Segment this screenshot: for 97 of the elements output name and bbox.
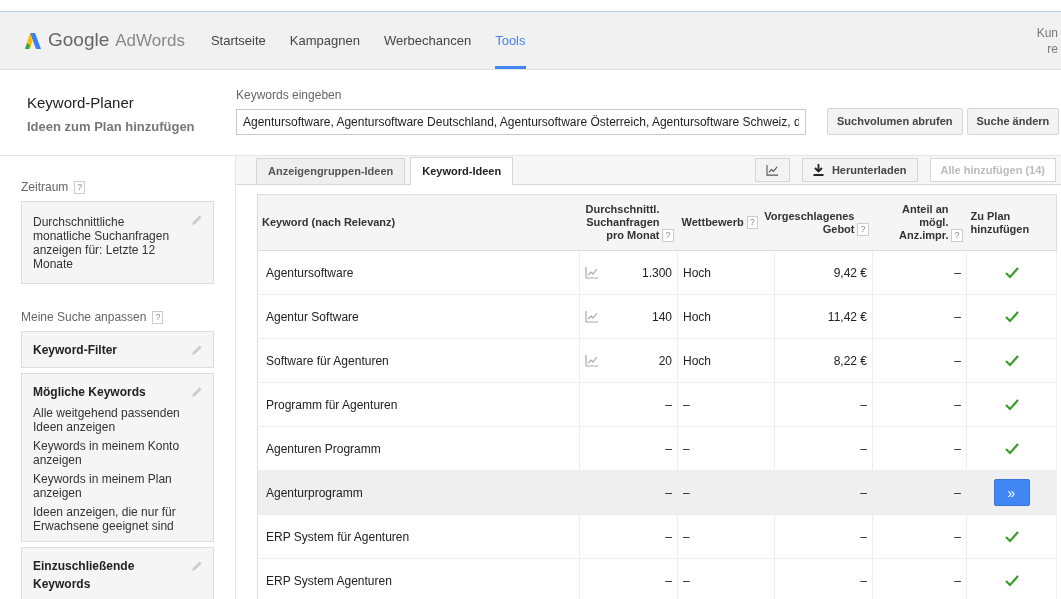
table-cell: – <box>774 382 873 427</box>
check-icon[interactable] <box>1004 443 1019 456</box>
chart-button[interactable] <box>754 158 790 182</box>
table-cell: – <box>774 426 873 471</box>
table-cell: – <box>872 470 967 515</box>
table-cell: ERP System für Agenturen <box>257 514 580 559</box>
card-title: Einzuschließende Keywords <box>33 558 136 593</box>
search-button[interactable]: Suche ändern <box>966 108 1060 135</box>
table-cell: 1.300 <box>619 250 678 295</box>
account-text: Kun <box>1036 24 1058 41</box>
check-icon[interactable] <box>1004 575 1019 588</box>
chart-icon <box>765 164 779 176</box>
product-name: AdWords <box>115 29 185 52</box>
table-cell: Programm für Agenturen <box>257 382 580 427</box>
nav-tab[interactable]: Startseite <box>210 12 266 69</box>
table-cell: – <box>619 470 678 515</box>
column-header[interactable]: Wettbewerb <box>681 216 744 229</box>
check-icon[interactable] <box>1004 355 1019 368</box>
nav-tab[interactable]: Kampagnen <box>289 12 360 69</box>
help-icon[interactable]: ? <box>152 310 164 324</box>
section-label: Zeitraum <box>21 179 69 196</box>
card-title: Keyword-Filter <box>33 342 118 359</box>
check-icon[interactable] <box>1004 267 1019 280</box>
table-cell: Agenturprogramm <box>257 470 580 515</box>
card-text: Keywords in meinem Plan anzeigen <box>33 472 173 500</box>
card-text: Durchschnittliche monatliche Suchanfragen anzeigen für: Letzte 12 Monate <box>33 215 171 271</box>
column-header[interactable]: Zu Plan hinzufügen <box>966 194 1057 251</box>
chart-icon[interactable] <box>585 267 599 280</box>
table-cell: – <box>677 470 775 515</box>
table-cell: 140 <box>619 294 678 339</box>
page-title: Keyword-Planer <box>27 93 135 113</box>
card-text: Ideen anzeigen, die nur für Erwachsene geeignet sind <box>33 505 177 533</box>
filter-card[interactable]: Keyword-Filter <box>21 331 214 368</box>
table-cell: – <box>677 426 775 471</box>
card-text: Alle weitgehend passenden Ideen anzeigen <box>33 406 181 434</box>
table-cell: 8,22 € <box>774 338 873 383</box>
card-text: Keywords in meinem Konto anzeigen <box>33 439 181 467</box>
help-icon[interactable]: ? <box>74 180 86 194</box>
filter-card[interactable]: Durchschnittliche monatliche Suchanfragen anzeigen für: Letzte 12 Monate <box>21 201 214 284</box>
table-cell: – <box>774 470 873 515</box>
check-icon[interactable] <box>1004 531 1019 544</box>
table-cell: – <box>872 294 967 339</box>
filter-card[interactable]: Mögliche Keywords Alle weitgehend passenden Ideen anzeigen Keywords in meinem Konto anzeigen Keywords in meinem Plan anzeigen Ideen anzeigen, die nur für Erwachsene geeignet sind <box>21 373 214 542</box>
section-label: Meine Suche anpassen <box>21 309 147 326</box>
table-cell: 20 <box>619 338 678 383</box>
table-cell: Agenturen Programm <box>257 426 580 471</box>
table-cell: – <box>677 514 775 559</box>
column-header[interactable]: Keyword (nach Relevanz) <box>257 194 580 251</box>
keywords-field[interactable]: Agentursoftware, Agentursoftware Deutschland, Agentursoftware Österreich, Agentursoftware Schweiz, d <box>236 108 806 135</box>
field-label: Keywords eingeben <box>236 87 343 104</box>
tab[interactable]: Anzeigengruppen-Ideen <box>256 158 406 184</box>
download-icon <box>812 164 824 176</box>
filter-card[interactable]: Einzuschließende Keywords <box>21 547 214 599</box>
add-button[interactable]: » <box>993 479 1030 506</box>
table-cell: – <box>619 426 678 471</box>
column-header[interactable]: Durchschnittl. Suchanfragen pro Monat <box>583 203 660 242</box>
nav-tab[interactable]: Werbechancen <box>383 12 472 69</box>
help-icon[interactable]: ? <box>951 229 963 242</box>
table-cell: Software für Agenturen <box>257 338 580 383</box>
page-subtitle: Ideen zum Plan hinzufügen <box>27 117 196 136</box>
table-cell: 9,42 € <box>774 250 873 295</box>
logo-icon <box>24 31 42 50</box>
column-header[interactable]: Vorgeschlagenes Gebot <box>764 209 855 236</box>
table-cell: – <box>872 338 967 383</box>
brand-name: Google <box>48 28 110 53</box>
download-button[interactable]: Herunterladen <box>801 158 918 182</box>
help-icon[interactable]: ? <box>857 222 869 236</box>
table-cell: – <box>677 382 775 427</box>
table-cell: – <box>677 558 775 599</box>
check-icon[interactable] <box>1004 399 1019 412</box>
column-header[interactable]: Anteil an mögl. Anz.impr. <box>876 203 949 242</box>
table-cell: Hoch <box>677 250 775 295</box>
table-cell: – <box>872 250 967 295</box>
table-cell: – <box>872 426 967 471</box>
chart-icon[interactable] <box>585 355 599 368</box>
help-icon[interactable]: ? <box>746 216 758 229</box>
table-cell: Agentursoftware <box>257 250 580 295</box>
table-cell: – <box>619 558 678 599</box>
chart-icon[interactable] <box>585 311 599 324</box>
help-icon[interactable]: ? <box>662 229 674 242</box>
table-cell: – <box>619 382 678 427</box>
tab[interactable]: Keyword-Ideen <box>410 157 514 185</box>
search-button[interactable]: Suchvolumen abrufen <box>827 108 963 135</box>
table-cell: – <box>872 514 967 559</box>
table-cell: 11,42 € <box>774 294 873 339</box>
table-cell: – <box>872 382 967 427</box>
table-cell: Agentur Software <box>257 294 580 339</box>
check-icon[interactable] <box>1004 311 1019 324</box>
account-text: re <box>1047 40 1058 57</box>
table-cell: Hoch <box>677 294 775 339</box>
table-cell: – <box>774 514 873 559</box>
card-title: Mögliche Keywords <box>33 384 147 401</box>
table-cell: Hoch <box>677 338 775 383</box>
table-cell: – <box>619 514 678 559</box>
table-cell: – <box>774 558 873 599</box>
table-cell: – <box>872 558 967 599</box>
table-cell: ERP System Agenturen <box>257 558 580 599</box>
